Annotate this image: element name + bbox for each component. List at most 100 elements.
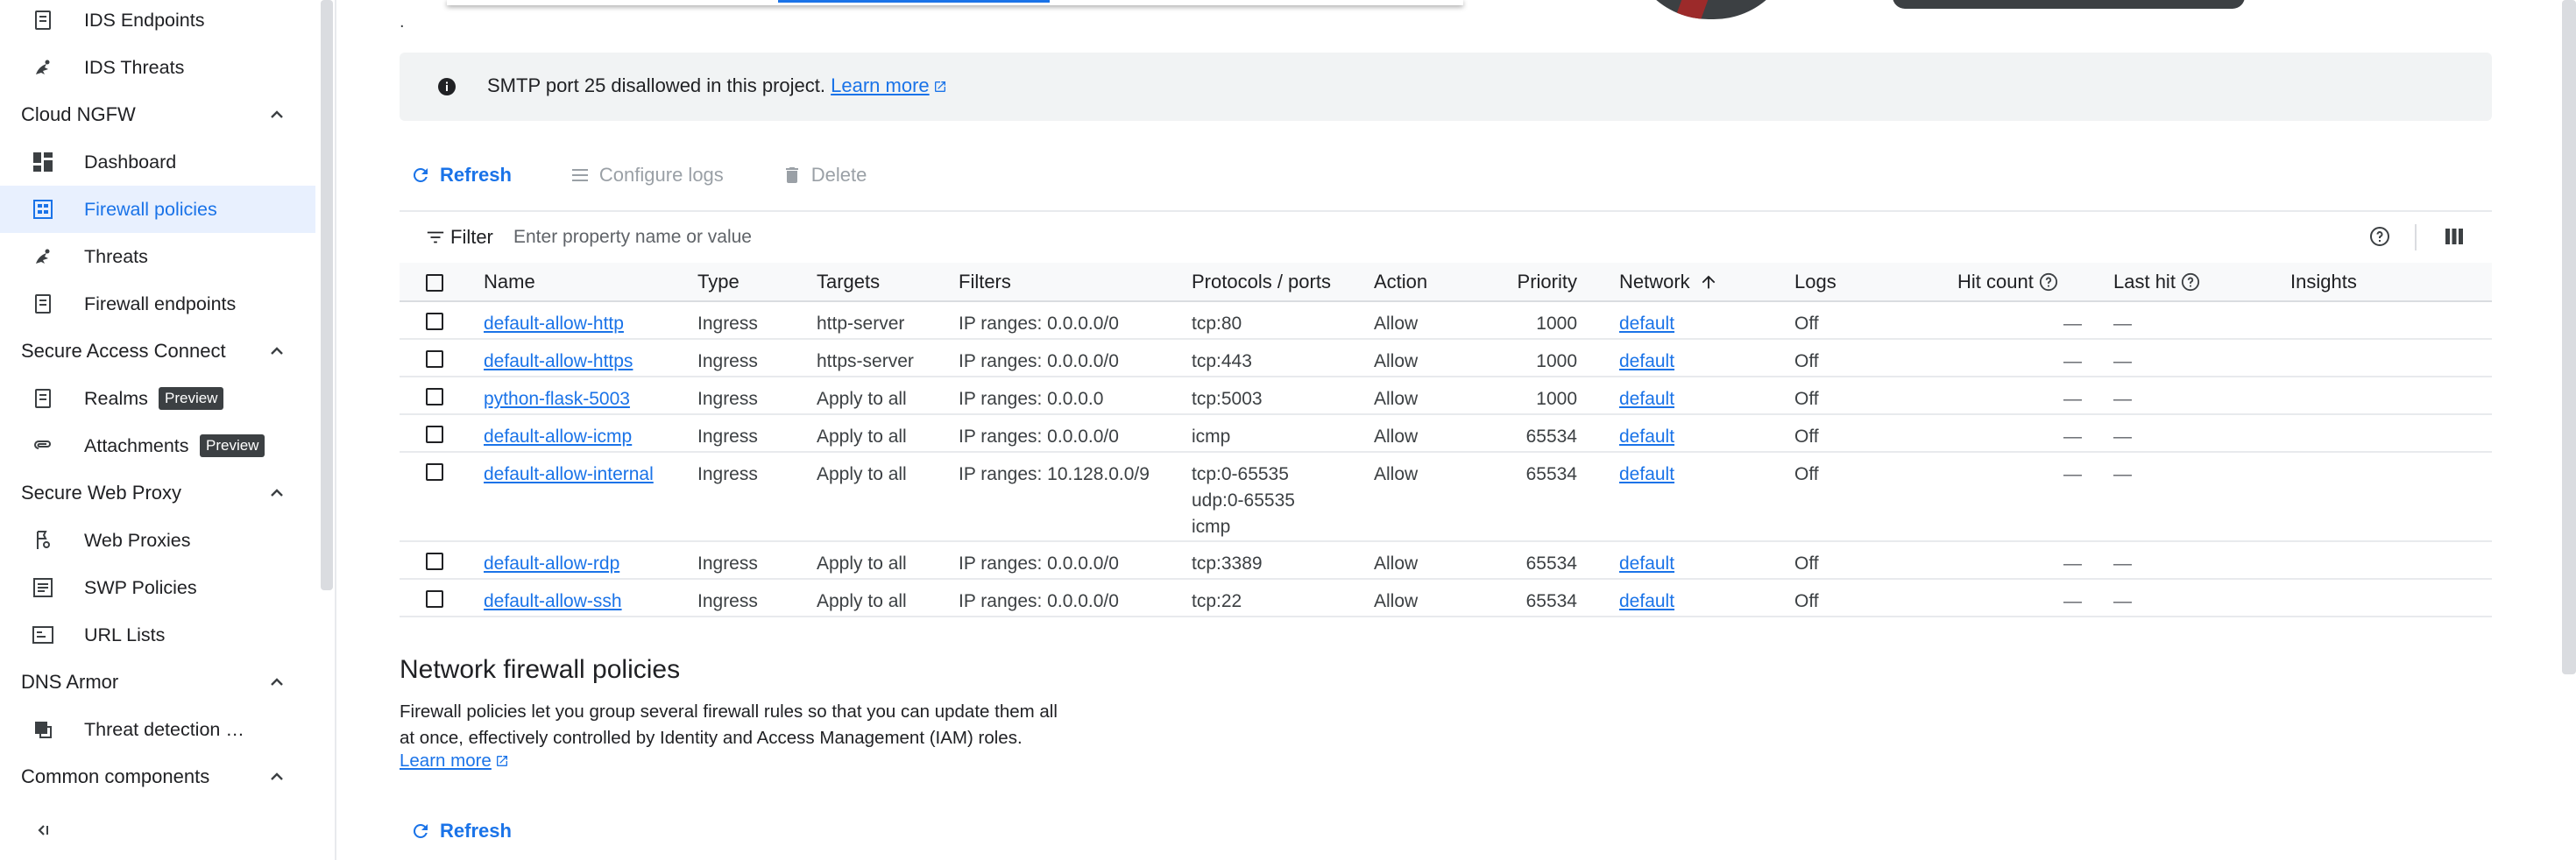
sidebar-item-threat-detection[interactable]: Threat detection …: [0, 706, 315, 753]
rule-insights: [2290, 579, 2492, 617]
sidebar-section-cloud-ngfw[interactable]: Cloud NGFW: [0, 91, 315, 138]
table-row: default-allow-icmp Ingress Apply to all IP …: [400, 414, 2492, 453]
network-link[interactable]: default: [1619, 553, 1674, 574]
sidebar-item-attachments[interactable]: Attachments Preview: [0, 422, 315, 469]
policies-refresh-button[interactable]: Refresh: [400, 813, 522, 849]
rule-name-link[interactable]: default-allow-icmp: [484, 426, 632, 447]
col-type[interactable]: Type: [697, 263, 817, 302]
table-row: default-allow-rdp Ingress Apply to all IP r…: [400, 541, 2492, 580]
col-hit-count[interactable]: Hit count: [1957, 263, 2113, 302]
rule-name-link[interactable]: default-allow-ssh: [484, 591, 622, 611]
rule-name-link[interactable]: default-allow-internal: [484, 464, 654, 484]
rule-name-link[interactable]: default-allow-rdp: [484, 553, 619, 574]
sidebar-item-label: Threat detection …: [84, 718, 244, 740]
preview-badge: Preview: [159, 387, 224, 410]
network-link[interactable]: default: [1619, 351, 1674, 371]
row-checkbox[interactable]: [426, 350, 443, 369]
help-icon[interactable]: [2181, 272, 2200, 292]
col-logs[interactable]: Logs: [1794, 263, 1957, 302]
sidebar-item-label: SWP Policies: [84, 576, 197, 598]
rule-filters: IP ranges: 0.0.0.0/0: [959, 301, 1192, 340]
banner-learn-more-link[interactable]: Learn more: [831, 74, 947, 96]
filter-input[interactable]: [513, 222, 1828, 252]
row-checkbox[interactable]: [426, 463, 443, 482]
sidebar-item-web-proxies[interactable]: Web Proxies: [0, 517, 315, 564]
sidebar-section-common-components[interactable]: Common components: [0, 753, 315, 800]
rule-name-link[interactable]: default-allow-http: [484, 314, 624, 334]
top-dot-text: .: [400, 12, 405, 32]
sidebar-item-label: Realms: [84, 387, 148, 409]
select-all-checkbox[interactable]: [426, 273, 443, 292]
collapse-sidebar-icon[interactable]: [32, 820, 53, 841]
chevron-up-icon[interactable]: [266, 483, 287, 504]
rule-priority: 65534: [1497, 452, 1619, 542]
sidebar-scrollbar[interactable]: [321, 0, 333, 590]
threat-detection-icon: [32, 718, 54, 741]
col-targets[interactable]: Targets: [817, 263, 959, 302]
col-last-hit-label: Last hit: [2113, 270, 2176, 293]
chevron-up-icon[interactable]: [266, 672, 287, 693]
threats-icon: [32, 245, 54, 268]
col-protocols[interactable]: Protocols / ports: [1192, 263, 1374, 302]
rule-name-link[interactable]: python-flask-5003: [484, 389, 630, 409]
sidebar-item-label: Dashboard: [84, 151, 177, 173]
threats-icon: [32, 56, 54, 79]
network-link[interactable]: default: [1619, 464, 1674, 484]
banner-learn-more-label: Learn more: [831, 74, 930, 96]
row-checkbox[interactable]: [426, 388, 443, 406]
help-icon[interactable]: [2369, 226, 2390, 247]
rule-last-hit: —: [2113, 301, 2290, 340]
row-checkbox[interactable]: [426, 313, 443, 331]
configure-logs-button[interactable]: Configure logs: [559, 157, 734, 194]
row-checkbox[interactable]: [426, 426, 443, 444]
sidebar-section-dns-armor[interactable]: DNS Armor: [0, 659, 315, 706]
sidebar-item-threats[interactable]: Threats: [0, 233, 315, 280]
sidebar-section-label: Secure Web Proxy: [21, 482, 182, 504]
network-policies-learn-more-link[interactable]: Learn more: [400, 751, 509, 772]
col-insights[interactable]: Insights: [2290, 263, 2492, 302]
col-last-hit[interactable]: Last hit: [2113, 263, 2290, 302]
network-link[interactable]: default: [1619, 426, 1674, 447]
rule-filters: IP ranges: 0.0.0.0/0: [959, 339, 1192, 377]
network-link[interactable]: default: [1619, 314, 1674, 334]
delete-button[interactable]: Delete: [771, 157, 878, 194]
sidebar-item-realms[interactable]: Realms Preview: [0, 375, 315, 422]
network-link[interactable]: default: [1619, 591, 1674, 611]
sidebar-section-secure-access-connect[interactable]: Secure Access Connect: [0, 328, 315, 375]
col-filters[interactable]: Filters: [959, 263, 1192, 302]
refresh-icon: [413, 167, 428, 182]
protocol-port: tcp:5003: [1192, 389, 1263, 409]
col-name[interactable]: Name: [484, 263, 697, 302]
sidebar-item-dashboard[interactable]: Dashboard: [0, 138, 315, 186]
col-action[interactable]: Action: [1374, 263, 1497, 302]
refresh-button[interactable]: Refresh: [400, 157, 522, 194]
help-icon[interactable]: [2039, 272, 2058, 292]
sidebar-item-firewall-endpoints[interactable]: Firewall endpoints: [0, 280, 315, 328]
network-link[interactable]: default: [1619, 389, 1674, 409]
network-policies-title: Network firewall policies: [400, 655, 681, 684]
sidebar-item-ids-threats[interactable]: IDS Threats: [0, 44, 315, 91]
rule-name-link[interactable]: default-allow-https: [484, 351, 633, 371]
sidebar-section-secure-web-proxy[interactable]: Secure Web Proxy: [0, 469, 315, 517]
chevron-up-icon[interactable]: [266, 766, 287, 787]
col-hit-count-label: Hit count: [1957, 270, 2034, 293]
col-network[interactable]: Network: [1619, 263, 1794, 302]
col-priority[interactable]: Priority: [1497, 263, 1619, 302]
rule-targets: Apply to all: [817, 579, 959, 617]
column-display-icon[interactable]: [2445, 226, 2464, 247]
row-checkbox[interactable]: [426, 553, 443, 571]
sidebar-item-ids-endpoints[interactable]: IDS Endpoints: [0, 0, 315, 44]
chevron-up-icon[interactable]: [266, 104, 287, 125]
rule-logs: Off: [1794, 541, 1957, 580]
row-checkbox[interactable]: [426, 590, 443, 609]
rule-hit-count: —: [1957, 452, 2113, 542]
rule-filters: IP ranges: 0.0.0.0/0: [959, 414, 1192, 453]
rule-protocols: tcp:5003: [1192, 377, 1374, 415]
sidebar-item-swp-policies[interactable]: SWP Policies: [0, 564, 315, 611]
chevron-up-icon[interactable]: [266, 341, 287, 362]
sort-ascending-icon[interactable]: [1699, 272, 1718, 292]
page-scrollbar[interactable]: [2562, 0, 2576, 674]
rule-targets: Apply to all: [817, 377, 959, 415]
sidebar-item-firewall-policies[interactable]: Firewall policies: [0, 186, 315, 233]
sidebar-item-url-lists[interactable]: URL Lists: [0, 611, 315, 659]
